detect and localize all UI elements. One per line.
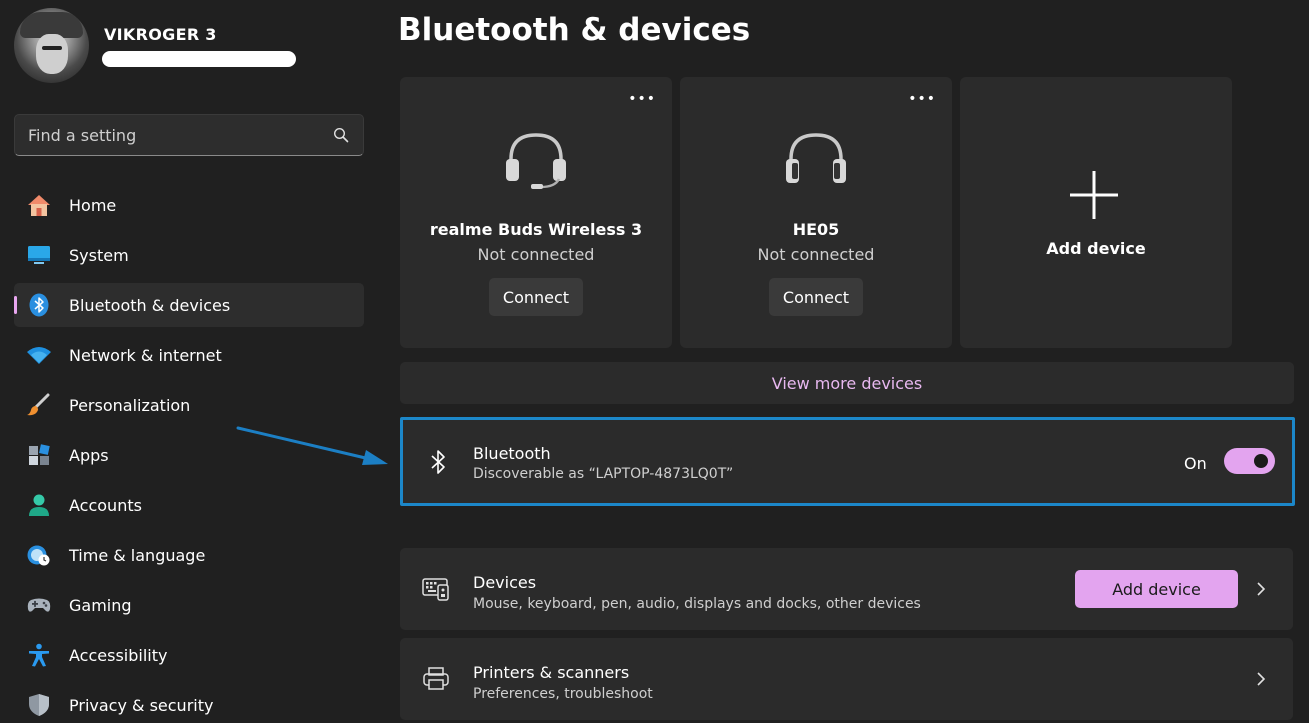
printers-title: Printers & scanners xyxy=(473,663,630,682)
page-title: Bluetooth & devices xyxy=(398,12,751,48)
add-device-button[interactable]: Add device xyxy=(1075,570,1238,608)
sidebar-item-personalization[interactable]: Personalization xyxy=(14,383,364,427)
sidebar-item-network[interactable]: Network & internet xyxy=(14,333,364,377)
more-options-icon[interactable]: ••• xyxy=(908,92,936,106)
redacted-email xyxy=(102,51,296,67)
device-status: Not connected xyxy=(477,245,595,264)
more-options-icon[interactable]: ••• xyxy=(628,92,656,106)
bluetooth-discoverable-text: Discoverable as “LAPTOP-4873LQ0T” xyxy=(473,466,734,482)
search-input[interactable]: Find a setting xyxy=(14,114,364,156)
sidebar-item-accounts[interactable]: Accounts xyxy=(14,483,364,527)
add-device-card[interactable]: Add device xyxy=(960,77,1232,348)
toggle-knob xyxy=(1254,454,1268,468)
apps-icon xyxy=(29,444,50,465)
bluetooth-title: Bluetooth xyxy=(473,444,551,463)
system-icon xyxy=(28,246,50,264)
sidebar-item-label: Personalization xyxy=(69,396,191,415)
brush-icon xyxy=(27,393,50,416)
time-language-icon xyxy=(27,545,50,566)
sidebar-item-bluetooth-devices[interactable]: Bluetooth & devices xyxy=(14,283,364,327)
bluetooth-icon xyxy=(29,293,49,317)
sidebar-item-label: Time & language xyxy=(69,546,206,565)
sidebar-item-accessibility[interactable]: Accessibility xyxy=(14,633,364,677)
accessibility-icon xyxy=(29,643,49,667)
sidebar-item-label: Home xyxy=(69,196,117,215)
sidebar-item-label: Network & internet xyxy=(69,346,222,365)
bluetooth-state-label: On xyxy=(1184,454,1207,473)
view-more-devices-button[interactable]: View more devices xyxy=(400,362,1294,404)
sidebar-item-label: Accessibility xyxy=(69,646,168,665)
gamepad-icon xyxy=(27,598,51,612)
device-card[interactable]: ••• realme Buds Wireless 3 Not connected… xyxy=(400,77,672,348)
headset-icon xyxy=(506,133,566,189)
accounts-icon xyxy=(29,494,49,516)
device-card[interactable]: ••• HE05 Not connected Connect xyxy=(680,77,952,348)
printers-scanners-row[interactable]: Printers & scanners Preferences, trouble… xyxy=(400,638,1293,720)
add-device-label: Add device xyxy=(1046,239,1146,258)
sidebar: VIKROGER 3 Find a setting Home System Bl… xyxy=(0,0,378,723)
sidebar-item-home[interactable]: Home xyxy=(14,183,364,227)
user-name: VIKROGER 3 xyxy=(104,25,217,44)
devices-row[interactable]: Devices Mouse, keyboard, pen, audio, dis… xyxy=(400,548,1293,630)
devices-title: Devices xyxy=(473,573,537,592)
sidebar-item-label: Apps xyxy=(69,446,109,465)
sidebar-item-label: Bluetooth & devices xyxy=(69,296,231,315)
avatar xyxy=(14,8,89,83)
connect-button[interactable]: Connect xyxy=(489,278,583,316)
bluetooth-toggle[interactable] xyxy=(1224,448,1275,474)
devices-subtitle: Mouse, keyboard, pen, audio, displays an… xyxy=(473,596,921,612)
keyboard-devices-icon xyxy=(422,578,449,601)
connect-button[interactable]: Connect xyxy=(769,278,863,316)
plus-icon xyxy=(1070,171,1118,219)
annotation-arrow xyxy=(236,426,388,465)
sidebar-item-gaming[interactable]: Gaming xyxy=(14,583,364,627)
search-icon xyxy=(333,127,349,143)
user-profile[interactable]: VIKROGER 3 xyxy=(14,8,374,84)
sidebar-item-privacy-security[interactable]: Privacy & security xyxy=(14,683,364,723)
sidebar-item-label: Privacy & security xyxy=(69,696,214,715)
device-status: Not connected xyxy=(757,245,875,264)
home-icon xyxy=(28,195,50,216)
sidebar-item-label: Accounts xyxy=(69,496,142,515)
bluetooth-setting-row: Bluetooth Discoverable as “LAPTOP-4873LQ… xyxy=(400,417,1295,506)
printers-subtitle: Preferences, troubleshoot xyxy=(473,686,653,702)
wifi-icon xyxy=(27,347,51,364)
sidebar-item-label: System xyxy=(69,246,129,265)
search-placeholder: Find a setting xyxy=(28,126,137,145)
chevron-right-icon[interactable] xyxy=(1255,581,1267,597)
device-name: HE05 xyxy=(792,220,840,239)
chevron-right-icon[interactable] xyxy=(1255,671,1267,687)
sidebar-item-time-language[interactable]: Time & language xyxy=(14,533,364,577)
shield-icon xyxy=(29,694,49,716)
sidebar-item-system[interactable]: System xyxy=(14,233,364,277)
printer-icon xyxy=(423,667,449,690)
headphones-icon xyxy=(786,133,846,183)
bluetooth-icon xyxy=(431,450,445,474)
device-name: realme Buds Wireless 3 xyxy=(429,220,643,239)
sidebar-item-label: Gaming xyxy=(69,596,132,615)
